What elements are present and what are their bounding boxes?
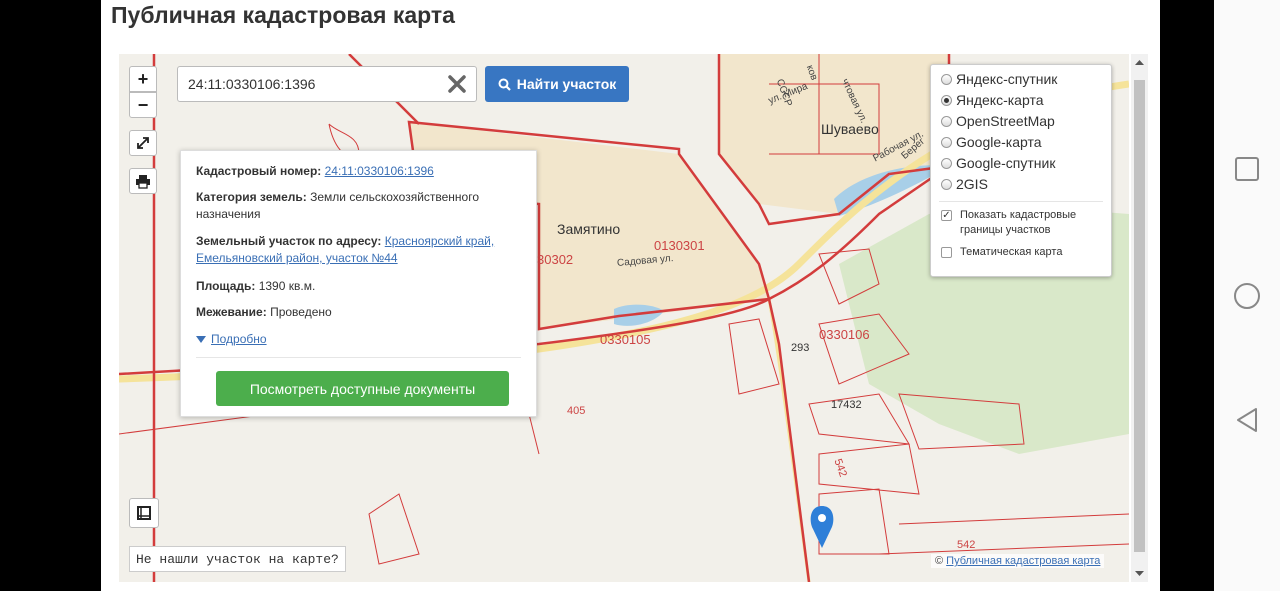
layers-divider [939,201,1103,202]
layer-label: OpenStreetMap [956,113,1055,129]
radio-icon [941,178,952,190]
show-boundaries-checkbox[interactable]: ✓ Показать кадастровые границы участков [941,208,1101,238]
ruler-button[interactable] [129,498,159,528]
label-parcel-293: 293 [791,342,810,354]
layer-label: Яндекс-спутник [956,71,1058,87]
cadastral-map[interactable]: Шуваево Замятино 0130301 30302 0330105 0… [119,54,1129,582]
find-parcel-label: Найти участок [516,76,617,92]
scroll-down-icon[interactable] [1131,566,1148,580]
radio-icon [941,157,952,169]
layer-label: Яндекс-карта [956,92,1044,108]
label-parcel-405: 405 [567,405,586,417]
view-documents-button[interactable]: Посмотреть доступные документы [216,371,509,406]
layer-option-openstreetmap[interactable]: OpenStreetMap [941,113,1055,129]
layer-label: 2GIS [956,176,988,192]
label-zamyatino: Замятино [557,221,621,237]
layer-label: Google-карта [956,134,1042,150]
layer-label: Google-спутник [956,155,1056,171]
area-label: Площадь: [196,279,256,293]
radio-selected-icon [941,94,952,106]
label-quarter-0130301: 0130301 [654,238,705,253]
layers-panel: Яндекс-спутник Яндекс-карта OpenStreetMa… [930,64,1112,277]
fullscreen-icon [137,137,149,149]
page-scrollbar[interactable] [1131,54,1148,582]
land-category-row: Категория земель: Земли сельскохозяйстве… [196,189,521,223]
scrollbar-thumb[interactable] [1134,80,1145,552]
label-quarter-30302: 30302 [537,252,574,267]
parcel-info-popup: Кадастровый номер: 24:11:0330106:1396 Ка… [180,150,537,417]
search-icon [498,78,511,91]
survey-label: Межевание: [196,305,267,319]
address-label: Земельный участок по адресу: [196,234,382,248]
label-parcel-17432: 17432 [831,399,862,411]
search-box [177,66,477,102]
label-quarter-0330105: 0330105 [600,332,651,347]
caret-down-icon [196,335,206,343]
attribution-link[interactable]: Публичная кадастровая карта [946,555,1100,567]
home-icon[interactable] [1233,282,1261,310]
layer-option-google-satellite[interactable]: Google-спутник [941,155,1055,171]
cadastral-number-link[interactable]: 24:11:0330106:1396 [325,164,434,178]
survey-value: Проведено [270,305,332,319]
find-parcel-button[interactable]: Найти участок [485,66,629,102]
print-button[interactable] [129,168,157,194]
zoom-in-button[interactable]: + [129,66,157,92]
clear-search-icon[interactable] [446,73,468,95]
attribution-copyright: © [935,555,944,567]
fullscreen-button[interactable] [129,130,157,156]
cadastral-search-input[interactable] [178,67,438,101]
not-found-button[interactable]: Не нашли участок на карте? [129,546,346,572]
layer-option-google-map[interactable]: Google-карта [941,134,1042,150]
thematic-map-label: Тематическая карта [960,246,1063,258]
back-icon[interactable] [1234,406,1260,434]
area-row: Площадь: 1390 кв.м. [196,278,521,295]
printer-icon [136,174,150,189]
android-nav-bar [1214,0,1280,591]
label-parcel-542b: 542 [957,539,976,551]
checkbox-checked-icon: ✓ [941,210,952,221]
map-attribution: © Публичная кадастровая карта [931,554,1105,568]
scroll-up-icon[interactable] [1131,56,1148,70]
recents-icon[interactable] [1234,156,1260,182]
cadastral-number-row: Кадастровый номер: 24:11:0330106:1396 [196,163,521,180]
thematic-map-checkbox[interactable]: Тематическая карта [941,245,1101,260]
ruler-icon [137,506,151,520]
details-label: Подробно [211,332,267,346]
page-container: Публичная кадастровая карта Шуваево Замя… [101,0,1160,591]
zoom-out-button[interactable]: − [129,92,157,118]
land-category-label: Категория земель: [196,190,307,204]
radio-icon [941,115,952,127]
label-shuvaevo: Шуваево [821,121,879,137]
location-marker [810,506,834,548]
checkbox-icon [941,247,952,258]
radio-icon [941,73,952,85]
layer-option-yandex-satellite[interactable]: Яндекс-спутник [941,71,1057,87]
page-title: Публичная кадастровая карта [111,2,455,28]
area-value: 1390 кв.м. [258,279,316,293]
label-quarter-0330106: 0330106 [819,327,870,342]
survey-row: Межевание: Проведено [196,304,521,321]
popup-divider [196,357,521,358]
radio-icon [941,136,952,148]
cadastral-number-label: Кадастровый номер: [196,164,322,178]
show-boundaries-label: Показать кадастровые границы участков [960,209,1077,236]
layer-option-2gis[interactable]: 2GIS [941,176,988,192]
layer-option-yandex-map[interactable]: Яндекс-карта [941,92,1043,108]
details-link[interactable]: Подробно [196,332,267,346]
address-row: Земельный участок по адресу: Красноярски… [196,233,521,267]
